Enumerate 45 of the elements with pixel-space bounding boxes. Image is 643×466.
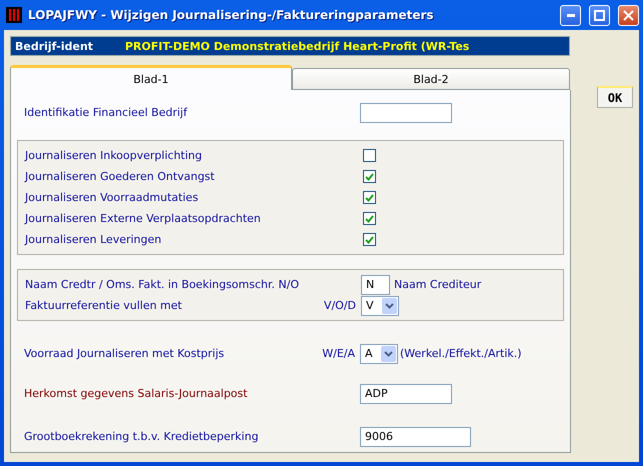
chevron-down-icon — [385, 302, 394, 308]
option-label: Journaliseren Leveringen — [25, 233, 162, 246]
app-icon — [6, 7, 22, 23]
input-field[interactable]: ADP — [360, 384, 452, 404]
minimize-icon — [566, 14, 574, 16]
close-icon — [623, 10, 634, 20]
input-field[interactable] — [360, 102, 452, 122]
input-field[interactable]: N — [361, 274, 390, 294]
checkbox[interactable] — [363, 191, 376, 204]
field-note: (Werkel./Effekt./Artik.) — [400, 347, 522, 360]
option-label: Journaliseren Goederen Ontvangst — [25, 170, 216, 183]
option-label: Journaliseren Externe Verplaatsopdrachten — [25, 212, 262, 225]
field-label: Voorraad Journaliseren met Kostprijs — [24, 347, 226, 360]
tab[interactable]: Blad-1 — [10, 65, 292, 90]
ok-button[interactable]: OK — [597, 86, 633, 108]
company-name: PROFIT-DEMO Demonstratiebedrijf Heart-Profit (WR-Tes — [125, 40, 470, 52]
checkmark-icon — [365, 172, 374, 180]
option-label: Journaliseren Voorraadmutaties — [25, 191, 200, 204]
chevron-down-icon — [384, 350, 393, 356]
field-note: Naam Crediteur — [394, 278, 482, 291]
checkmark-icon — [365, 194, 374, 202]
field-label: Grootboekrekening t.b.v. Kredietbeperking — [24, 430, 260, 443]
company-label: Bedrijf-ident — [14, 40, 94, 52]
checkbox[interactable] — [363, 170, 376, 183]
checkbox[interactable] — [363, 149, 376, 162]
tab[interactable]: Blad-2 — [292, 68, 570, 90]
field-label: Identifikatie Financieel Bedrijf — [24, 106, 188, 119]
option-label: Journaliseren Inkoopverplichting — [25, 149, 203, 162]
minimize-button[interactable] — [560, 4, 581, 26]
checkbox[interactable] — [363, 212, 376, 225]
option-hint: W/E/A — [321, 347, 355, 360]
window-title: LOPAJFWY - Wijzigen Journalisering-/Faktureringparameters — [28, 8, 435, 22]
maximize-button[interactable] — [589, 4, 610, 26]
field-label: Herkomst gegevens Salaris-Journaalpost — [24, 387, 248, 400]
checkmark-icon — [365, 214, 374, 222]
dropdown[interactable]: A — [360, 344, 398, 364]
option-hint: V/O/D — [322, 299, 356, 312]
field-label: Faktuurreferentie vullen met — [25, 299, 183, 312]
dropdown[interactable]: V — [361, 296, 399, 316]
checkbox[interactable] — [363, 233, 376, 246]
input-field[interactable]: 9006 — [360, 426, 471, 446]
field-label: Naam Credtr / Oms. Fakt. in Boekingsomschr. N/O — [25, 278, 300, 291]
maximize-icon — [594, 10, 605, 20]
checkmark-icon — [365, 236, 374, 244]
close-button[interactable] — [618, 4, 639, 26]
